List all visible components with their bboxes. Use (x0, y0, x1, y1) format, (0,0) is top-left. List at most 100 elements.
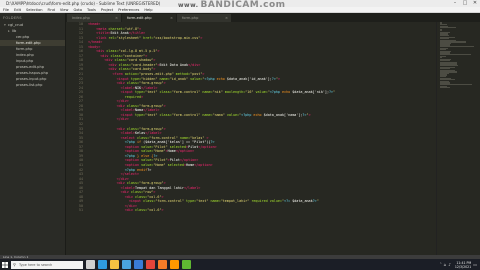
code-token: $data_anak['nik']; (290, 90, 329, 95)
tab-close-icon[interactable]: × (170, 14, 173, 22)
code-token: > (308, 112, 311, 117)
menu-item-edit[interactable]: Edit (14, 8, 21, 12)
code-token: value= (253, 90, 268, 95)
tab-close-icon[interactable]: × (115, 14, 118, 22)
taskbar-pinned-apps (83, 260, 191, 269)
menu-item-tools[interactable]: Tools (87, 8, 96, 12)
tab-close-icon[interactable]: × (225, 14, 228, 22)
editor-tab[interactable]: form-edit.php × (122, 14, 176, 22)
code-token: "form-group" (139, 181, 164, 186)
minimap[interactable] (436, 22, 480, 255)
xampp-icon[interactable] (158, 260, 167, 269)
code-token: <div (124, 194, 133, 199)
maximize-button[interactable]: □ (460, 0, 470, 7)
volume-icon[interactable]: ♪ (448, 262, 451, 267)
code-token: maxlength= (222, 90, 246, 95)
code-token: > (145, 53, 148, 58)
code-token: class= (104, 49, 119, 54)
code-token: > (157, 49, 160, 54)
windows-logo-icon (2, 261, 8, 268)
file-explorer-icon[interactable] (110, 260, 119, 269)
sublime-text-icon[interactable] (170, 260, 179, 269)
sidebar-item[interactable]: proses-list.php (0, 82, 65, 88)
code-token: "form-control" (155, 199, 184, 204)
code-token: action= (122, 72, 140, 77)
code-token: <?php (204, 76, 215, 81)
code-token: $data_anak (290, 199, 313, 204)
code-token: type= (132, 112, 146, 117)
code-token: <label> (120, 131, 135, 136)
code-token: "stylesheet" (116, 35, 142, 40)
code-token: > (277, 76, 280, 81)
taskbar-search-box[interactable]: ⚲ Type here to search (11, 260, 83, 269)
close-button[interactable]: ✕ (470, 0, 480, 7)
menu-item-goto[interactable]: Goto (73, 8, 82, 12)
code-token: <div (116, 103, 125, 108)
menu-item-view[interactable]: View (60, 8, 69, 12)
code-token: <div (108, 67, 117, 72)
minimize-button[interactable]: – (450, 0, 460, 7)
code-token: "col-lg-8 mt-5 p-5" (118, 49, 158, 54)
taskbar-clock[interactable]: 11:41 PM 12/3/2021 (455, 261, 471, 269)
code-token: "kelas" (190, 135, 205, 140)
code-token: class= (132, 208, 148, 213)
code-token: "nik" (212, 90, 223, 95)
menu-item-help[interactable]: Help (144, 8, 152, 12)
bandicam-icon[interactable] (182, 260, 191, 269)
code-token: </div> (116, 99, 129, 104)
notification-icon[interactable]: ▭ (473, 262, 477, 267)
editor-tab[interactable]: index.php × (67, 14, 121, 22)
file-tree: ▾ cgl_crud ▸ lib cer.php form-edit.php form.ph… (0, 22, 65, 88)
code-token: <label> (120, 85, 135, 90)
sidebar-item-label: input.php (16, 59, 34, 63)
code-token: "form-group" (139, 81, 164, 86)
edge-browser-icon[interactable] (98, 260, 107, 269)
code-token: <link (96, 35, 107, 40)
code-token: value= (139, 158, 154, 163)
code-token: echo (251, 112, 262, 117)
menu-item-file[interactable]: File (3, 8, 9, 12)
sidebar-item-label: proses-hapus.php (16, 71, 49, 75)
code-token: </div> (188, 62, 201, 67)
editor-tab[interactable]: form.php × (177, 14, 231, 22)
start-button[interactable] (0, 259, 10, 270)
code-token: <option (124, 158, 140, 163)
store-icon[interactable] (122, 260, 131, 269)
code-token: class= (157, 112, 172, 117)
sidebar-item-label: form-edit.php (16, 41, 41, 45)
code-token: required value= (249, 199, 282, 204)
code-token: <div (116, 126, 125, 131)
chevron-up-icon[interactable]: ˄ (440, 262, 442, 267)
chrome-icon[interactable] (146, 260, 155, 269)
code-area[interactable]: <head> <meta charset="utf-8"> <title>Edi… (88, 22, 436, 255)
menu-item-selection[interactable]: Selection (26, 8, 43, 12)
code-token: class= (124, 181, 140, 186)
code-token: Home (167, 149, 176, 154)
menu-item-preferences[interactable]: Preferences (118, 8, 139, 12)
code-token: Nama (134, 108, 144, 113)
code-token: </option> (175, 149, 195, 154)
clock-date: 12/3/2021 (454, 264, 472, 269)
code-token: </label> (143, 108, 160, 113)
menu-item-find[interactable]: Find (48, 8, 55, 12)
tab-label: form.php (182, 16, 199, 20)
menu-item-project[interactable]: Project (101, 8, 113, 12)
code-token: "Home" (153, 162, 166, 167)
mail-icon[interactable] (134, 260, 143, 269)
code-token: value= (188, 76, 203, 81)
sidebar-item-label: index.php (16, 53, 34, 57)
code-token: <label> (120, 185, 135, 190)
code-editor[interactable]: 10 11 12 13 14 15 16 17 18 19 20 21 22 23 24 25 26 27 28 29… (66, 22, 436, 255)
task-view-icon[interactable] (86, 260, 95, 269)
network-icon[interactable]: ⌂ (444, 262, 447, 267)
